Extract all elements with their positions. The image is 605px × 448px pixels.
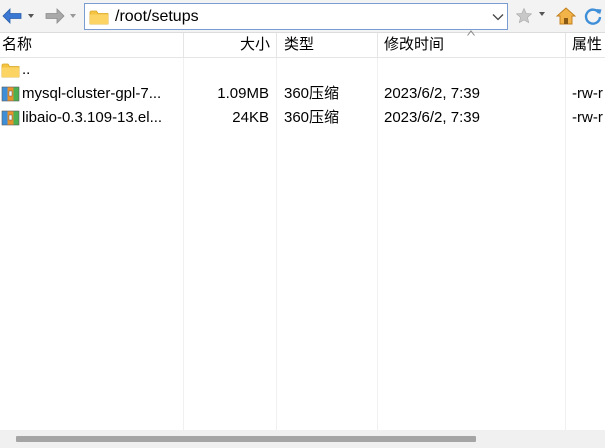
path-text: /root/setups [115,7,199,25]
file-type [284,58,376,82]
file-attributes: -rw-r [572,109,603,126]
file-modified: 2023/6/2, 7:39 [384,85,480,102]
archive-icon [1,86,20,102]
file-attributes: -rw-r [572,85,603,102]
file-type: 360压缩 [284,85,340,102]
back-button[interactable] [1,6,25,26]
file-modified [384,58,564,82]
star-icon [515,7,533,24]
file-type: 360压缩 [284,109,340,126]
home-button[interactable] [555,5,577,27]
file-size: 1.09MB [217,85,269,102]
column-header: 名称 大小 类型 修改时间 属性 [0,33,605,58]
column-type[interactable]: 类型 [284,33,314,58]
column-divider[interactable] [377,33,378,58]
column-attributes[interactable]: 属性 [572,33,602,58]
bookmark-dropdown[interactable] [539,12,545,16]
refresh-button[interactable] [582,5,604,27]
column-name[interactable]: 名称 [2,33,32,58]
column-modified[interactable]: 修改时间 [384,33,444,58]
file-modified: 2023/6/2, 7:39 [384,109,480,126]
scrollbar-thumb[interactable] [16,436,476,442]
file-size: 24KB [232,109,269,126]
horizontal-scrollbar[interactable] [0,430,605,448]
back-history-dropdown[interactable] [26,6,38,26]
chevron-down-icon [492,13,504,20]
forward-button[interactable] [44,6,68,26]
sort-ascending-icon [467,30,475,36]
file-name: .. [22,61,31,78]
refresh-icon [584,8,602,25]
folder-icon [89,10,109,24]
list-item-file[interactable]: mysql-cluster-gpl-7... 1.09MB 360压缩 2023… [0,82,605,106]
bookmark-button[interactable] [513,5,535,27]
list-item-parent-folder[interactable]: .. [0,58,605,82]
file-name: libaio-0.3.109-13.el... [22,109,163,126]
toolbar: /root/setups [0,0,605,33]
column-divider[interactable] [276,33,277,58]
column-divider[interactable] [565,33,566,58]
back-arrow-icon [2,8,22,24]
forward-arrow-icon [45,8,65,24]
path-input[interactable]: /root/setups [84,3,508,30]
forward-history-dropdown[interactable] [68,6,80,26]
column-divider[interactable] [183,33,184,58]
column-size[interactable]: 大小 [186,33,270,58]
chevron-down-icon [70,14,76,18]
list-item-file[interactable]: libaio-0.3.109-13.el... 24KB 360压缩 2023/… [0,106,605,130]
home-icon [555,7,577,25]
chevron-down-icon [28,14,34,18]
file-name: mysql-cluster-gpl-7... [22,85,162,102]
archive-icon [1,110,20,126]
path-dropdown-button[interactable] [489,4,507,29]
file-attributes [572,58,605,82]
folder-icon [1,63,20,78]
file-size [186,58,269,82]
